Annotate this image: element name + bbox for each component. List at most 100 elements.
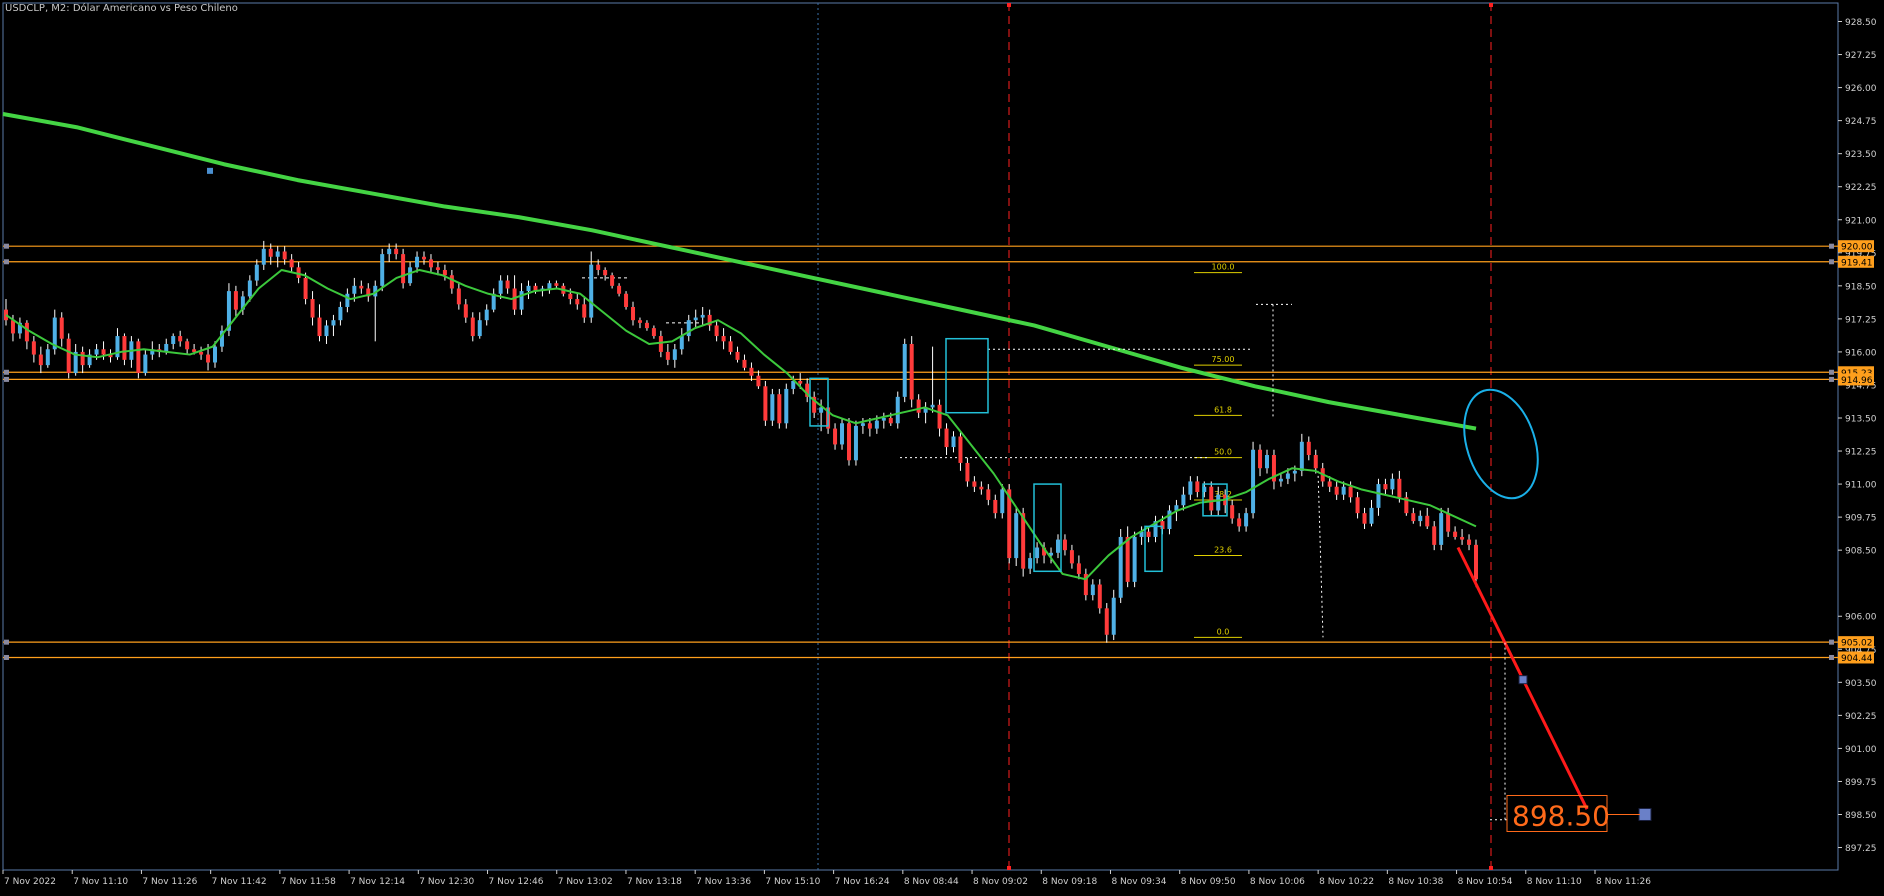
y-tick-label: 897.25	[1845, 844, 1877, 854]
candle-down	[505, 280, 510, 289]
candle-up	[693, 317, 698, 321]
candle-down	[1425, 515, 1430, 527]
y-tick-label: 926.00	[1845, 84, 1877, 94]
level-handle	[1829, 639, 1834, 645]
candle-down	[1195, 481, 1200, 493]
candle-up	[1439, 513, 1444, 545]
candle-up	[1251, 449, 1256, 514]
candle-up	[672, 349, 677, 360]
candle-up	[784, 388, 789, 424]
x-tick-label: 8 Nov 11:10	[1527, 877, 1582, 887]
chart-title: USDCLP, M2: Dólar Americano vs Peso Chil…	[5, 3, 238, 14]
candle-down	[1062, 539, 1067, 551]
level-price-label: 919.41	[1841, 258, 1873, 268]
candle-down	[568, 293, 573, 300]
candle-up	[331, 320, 336, 326]
candle-down	[1411, 513, 1416, 522]
y-tick-label: 921.00	[1845, 216, 1877, 226]
candle-down	[401, 254, 406, 284]
fib-level-label: 50.0	[1214, 448, 1232, 457]
candle-up	[380, 254, 385, 286]
ma-fast-line	[5, 268, 1477, 581]
x-tick-label: 8 Nov 10:54	[1458, 877, 1513, 887]
candle-down	[937, 404, 942, 429]
candle-up	[1376, 484, 1381, 508]
projection-dotted	[1317, 470, 1324, 638]
candle-up	[275, 251, 280, 257]
candle-down	[1453, 531, 1458, 537]
candle-up	[902, 343, 907, 397]
candle-down	[763, 386, 768, 421]
x-tick-label: 8 Nov 09:50	[1181, 877, 1236, 887]
candle-up	[261, 248, 266, 265]
candle-down	[394, 248, 399, 255]
candle-down	[1467, 539, 1472, 545]
event-vline-marker	[1007, 866, 1011, 870]
candle-down	[1334, 486, 1339, 495]
candle-down	[833, 428, 838, 445]
candle-down	[422, 256, 427, 260]
candle-down	[449, 275, 454, 289]
candle-up	[895, 396, 900, 424]
candle-down	[846, 423, 851, 461]
candle-up	[547, 283, 552, 289]
candle-down	[651, 328, 656, 337]
y-tick-label: 912.25	[1845, 448, 1877, 458]
y-tick-label: 918.50	[1845, 282, 1877, 292]
candle-down	[603, 269, 608, 276]
candle-up	[1028, 558, 1033, 569]
candle-down	[582, 304, 587, 318]
candle-down	[282, 251, 287, 260]
x-tick-label: 7 Nov 13:18	[627, 877, 682, 887]
candle-up	[1035, 547, 1040, 559]
y-tick-label: 927.25	[1845, 51, 1877, 61]
y-tick-label: 913.50	[1845, 414, 1877, 424]
y-tick-label: 902.25	[1845, 712, 1877, 722]
candle-down	[965, 462, 970, 482]
candle-up	[1014, 513, 1019, 559]
candle-down	[136, 341, 141, 374]
candle-up	[338, 306, 343, 321]
candle-down	[199, 351, 204, 355]
candle-down	[749, 367, 754, 376]
candle-up	[408, 267, 413, 284]
x-tick-label: 7 Nov 11:42	[212, 877, 267, 887]
candle-down	[122, 336, 127, 360]
candle-up	[1055, 539, 1060, 553]
candle-down	[665, 351, 670, 360]
candle-down	[888, 417, 893, 424]
candle-down	[735, 351, 740, 360]
candle-down	[1146, 531, 1151, 537]
candle-up	[1264, 455, 1269, 469]
y-tick-label: 901.00	[1845, 745, 1877, 755]
level-handle	[1829, 654, 1834, 660]
y-tick-label: 928.50	[1845, 18, 1877, 28]
level-handle	[1829, 259, 1834, 265]
candle-up	[1390, 478, 1395, 490]
candle-down	[867, 423, 872, 429]
candle-up	[345, 293, 350, 307]
candle-up	[874, 420, 879, 429]
x-tick-label: 7 Nov 13:36	[696, 877, 751, 887]
level-handle	[4, 259, 9, 265]
candle-up	[1000, 489, 1005, 514]
fib-level-label: 61.8	[1214, 405, 1232, 414]
chart[interactable]: 928.50 927.25 926.00 924.75 923.50 922.25 921.…	[0, 0, 1884, 892]
candle-down	[1258, 449, 1263, 469]
candle-down	[303, 277, 308, 300]
candle-down	[986, 489, 991, 500]
candle-down	[596, 264, 601, 270]
candle-up	[254, 264, 259, 281]
candle-down	[470, 317, 475, 337]
candle-down	[442, 269, 447, 276]
chart-canvas[interactable]: 928.50 927.25 926.00 924.75 923.50 922.25 921.…	[0, 0, 1884, 892]
candle-down	[972, 481, 977, 487]
ma-marker	[207, 167, 213, 174]
pattern-box	[945, 337, 989, 414]
fib-level-label: 23.6	[1214, 545, 1232, 554]
candle-down	[428, 259, 433, 268]
candle-down	[1306, 441, 1311, 456]
x-tick-label: 8 Nov 09:34	[1111, 877, 1166, 887]
candle-down	[658, 336, 663, 352]
candle-down	[10, 320, 15, 334]
